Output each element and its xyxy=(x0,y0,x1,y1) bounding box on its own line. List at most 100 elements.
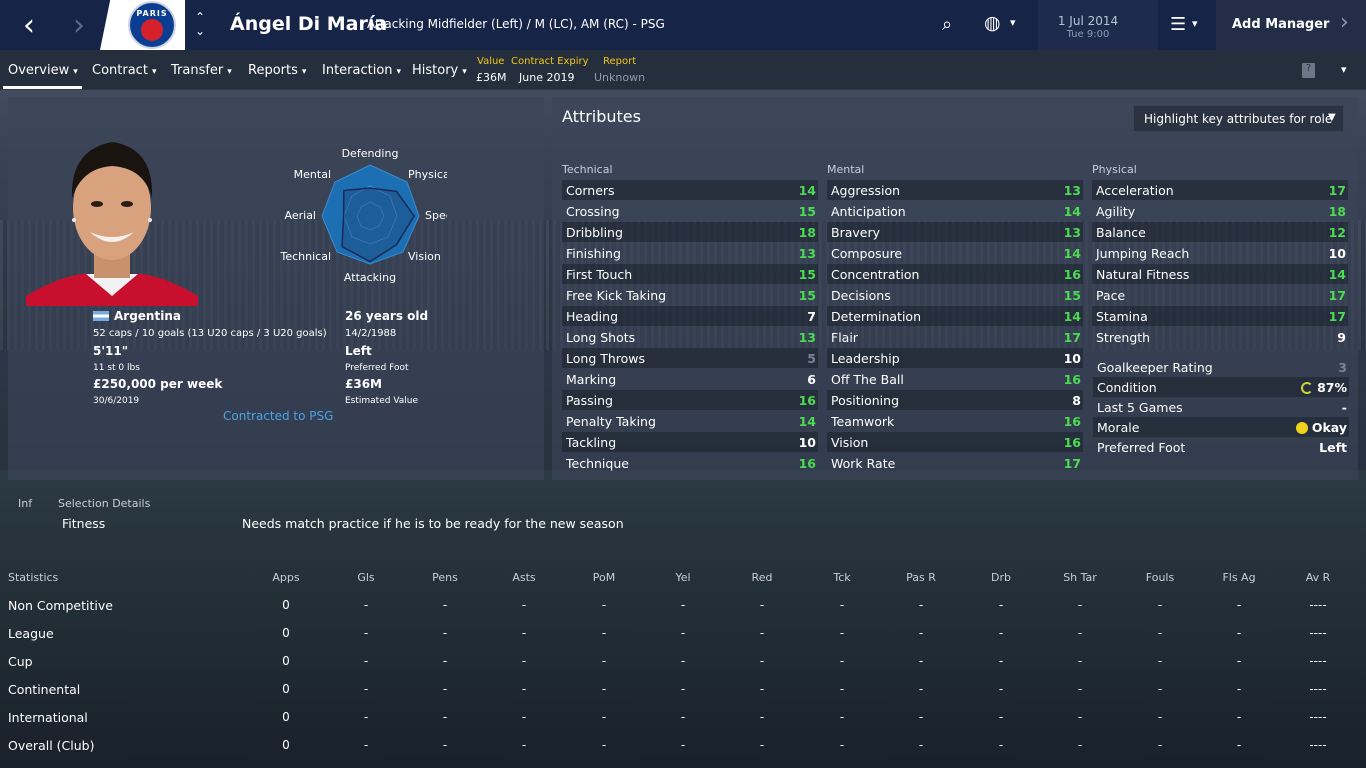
stats-row-label: International xyxy=(8,710,88,725)
player-switch-icon[interactable]: ⌃ ⌄ xyxy=(192,10,208,40)
attribute-name: Balance xyxy=(1096,224,1146,240)
tab-interaction[interactable]: Interaction ▾ xyxy=(322,63,401,78)
help-icon[interactable]: ? xyxy=(1302,63,1315,78)
attribute-row[interactable]: Penalty Taking 14 xyxy=(562,411,818,431)
attribute-row[interactable]: Stamina 17 xyxy=(1092,306,1348,326)
tab-history[interactable]: History ▾ xyxy=(412,63,467,78)
attribute-row[interactable]: Crossing 15 xyxy=(562,201,818,221)
stats-header[interactable]: Statistics xyxy=(8,571,128,584)
attribute-row[interactable]: Condition 87% xyxy=(1093,377,1349,397)
attribute-row[interactable]: Preferred Foot Left xyxy=(1093,437,1349,457)
stats-header[interactable]: Fls Ag xyxy=(1209,571,1269,584)
attribute-row[interactable]: Passing 16 xyxy=(562,390,818,410)
tab-overview[interactable]: Overview ▾ xyxy=(8,63,78,78)
club-crest-icon[interactable]: PARIS xyxy=(128,1,176,49)
attribute-row[interactable]: Agility 18 xyxy=(1092,201,1348,221)
attribute-row[interactable]: Composure 14 xyxy=(827,243,1083,263)
chevron-down-icon: ▾ xyxy=(227,67,232,77)
contracted-club-link[interactable]: Contracted to PSG xyxy=(223,409,333,423)
stats-header[interactable]: Asts xyxy=(494,571,554,584)
stats-header[interactable]: Pens xyxy=(415,571,475,584)
attribute-row[interactable]: Acceleration 17 xyxy=(1092,180,1348,200)
stats-header[interactable]: PoM xyxy=(574,571,634,584)
stats-cell: - xyxy=(601,710,607,724)
chevron-down-icon[interactable]: ▾ xyxy=(1010,16,1016,29)
attribute-row[interactable]: Technique 16 xyxy=(562,453,818,473)
attribute-value-text: 12 xyxy=(1328,224,1346,240)
chevron-down-icon[interactable]: ▾ xyxy=(1341,63,1347,76)
attribute-row[interactable]: Last 5 Games - xyxy=(1093,397,1349,417)
attribute-row[interactable]: Leadership 10 xyxy=(827,348,1083,368)
nationality[interactable]: Argentina xyxy=(114,309,181,323)
attribute-row[interactable]: First Touch 15 xyxy=(562,264,818,284)
tab-reports[interactable]: Reports ▾ xyxy=(248,63,306,78)
tab-contract[interactable]: Contract ▾ xyxy=(92,63,156,78)
add-manager-button[interactable]: Add Manager › xyxy=(1216,0,1366,50)
attribute-row[interactable]: Corners 14 xyxy=(562,180,818,200)
stats-cell: - xyxy=(680,654,686,668)
stats-header[interactable]: Av R xyxy=(1288,571,1348,584)
attribute-row[interactable]: Morale Okay xyxy=(1093,417,1349,437)
attribute-row[interactable]: Dribbling 18 xyxy=(562,222,818,242)
attribute-row[interactable]: Bravery 13 xyxy=(827,222,1083,242)
stats-header[interactable]: Tck xyxy=(812,571,872,584)
settings-sliders-icon[interactable]: ☰ xyxy=(1170,14,1186,35)
attribute-row[interactable]: Determination 14 xyxy=(827,306,1083,326)
chevron-down-icon[interactable]: ▾ xyxy=(1192,17,1198,30)
attribute-value-text: Okay xyxy=(1311,419,1347,435)
attribute-row[interactable]: Finishing 13 xyxy=(562,243,818,263)
attribute-row[interactable]: Anticipation 14 xyxy=(827,201,1083,221)
attribute-row[interactable]: Tackling 10 xyxy=(562,432,818,452)
attribute-value-text: 13 xyxy=(1063,224,1081,240)
attribute-value: 15 xyxy=(799,288,818,303)
stats-header[interactable]: Fouls xyxy=(1130,571,1190,584)
attribute-row[interactable]: Decisions 15 xyxy=(827,285,1083,305)
attribute-row[interactable]: Marking 6 xyxy=(562,369,818,389)
attribute-row[interactable]: Long Shots 13 xyxy=(562,327,818,347)
attribute-row[interactable]: Pace 17 xyxy=(1092,285,1348,305)
globe-icon[interactable]: ◍ xyxy=(984,12,1001,34)
attribute-row[interactable]: Natural Fitness 14 xyxy=(1092,264,1348,284)
stats-cell: - xyxy=(680,710,686,724)
binoculars-icon[interactable]: ⌕ xyxy=(942,14,952,35)
attribute-row[interactable]: Long Throws 5 xyxy=(562,348,818,368)
attribute-row[interactable]: Work Rate 17 xyxy=(827,453,1083,473)
stats-cell: - xyxy=(1236,682,1242,696)
attribute-row[interactable]: Goalkeeper Rating 3 xyxy=(1093,357,1349,377)
stats-cell: 0 xyxy=(282,682,290,696)
attribute-row[interactable]: Concentration 16 xyxy=(827,264,1083,284)
stats-cell: 0 xyxy=(282,654,290,668)
stats-header[interactable]: Gls xyxy=(336,571,396,584)
tab-transfer[interactable]: Transfer ▾ xyxy=(171,63,232,78)
highlight-key-attributes-dropdown[interactable]: Highlight key attributes for role ▼ xyxy=(1133,105,1344,132)
attribute-row[interactable]: Vision 16 xyxy=(827,432,1083,452)
attribute-row[interactable]: Jumping Reach 10 xyxy=(1092,243,1348,263)
stats-cell: - xyxy=(1236,654,1242,668)
stats-cell: - xyxy=(442,626,448,640)
forward-button[interactable]: › xyxy=(54,0,104,50)
attribute-row[interactable]: Positioning 8 xyxy=(827,390,1083,410)
tab-label: Interaction xyxy=(322,63,393,78)
attribute-row[interactable]: Balance 12 xyxy=(1092,222,1348,242)
attribute-row[interactable]: Strength 9 xyxy=(1092,327,1348,347)
attribute-row[interactable]: Heading 7 xyxy=(562,306,818,326)
stats-header[interactable]: Drb xyxy=(971,571,1031,584)
attribute-value: 12 xyxy=(1329,225,1348,240)
stats-cell: - xyxy=(1157,710,1163,724)
attribute-value: 16 xyxy=(1064,435,1083,450)
attribute-value-text: 7 xyxy=(807,308,816,324)
attribute-row[interactable]: Flair 17 xyxy=(827,327,1083,347)
attribute-row[interactable]: Free Kick Taking 15 xyxy=(562,285,818,305)
stats-header[interactable]: Apps xyxy=(256,571,316,584)
attribute-row[interactable]: Aggression 13 xyxy=(827,180,1083,200)
stats-header[interactable]: Red xyxy=(732,571,792,584)
stats-header[interactable]: Pas R xyxy=(891,571,951,584)
stats-row: Cup 0- - - - - - - - - - - - ---- xyxy=(0,648,1366,676)
attribute-value: 18 xyxy=(1329,204,1348,219)
date-box[interactable]: 1 Jul 2014 Tue 9:00 xyxy=(1038,0,1158,50)
stats-header[interactable]: Yel xyxy=(653,571,713,584)
attribute-row[interactable]: Off The Ball 16 xyxy=(827,369,1083,389)
back-button[interactable]: ‹ xyxy=(4,0,54,50)
stats-header[interactable]: Sh Tar xyxy=(1050,571,1110,584)
attribute-row[interactable]: Teamwork 16 xyxy=(827,411,1083,431)
